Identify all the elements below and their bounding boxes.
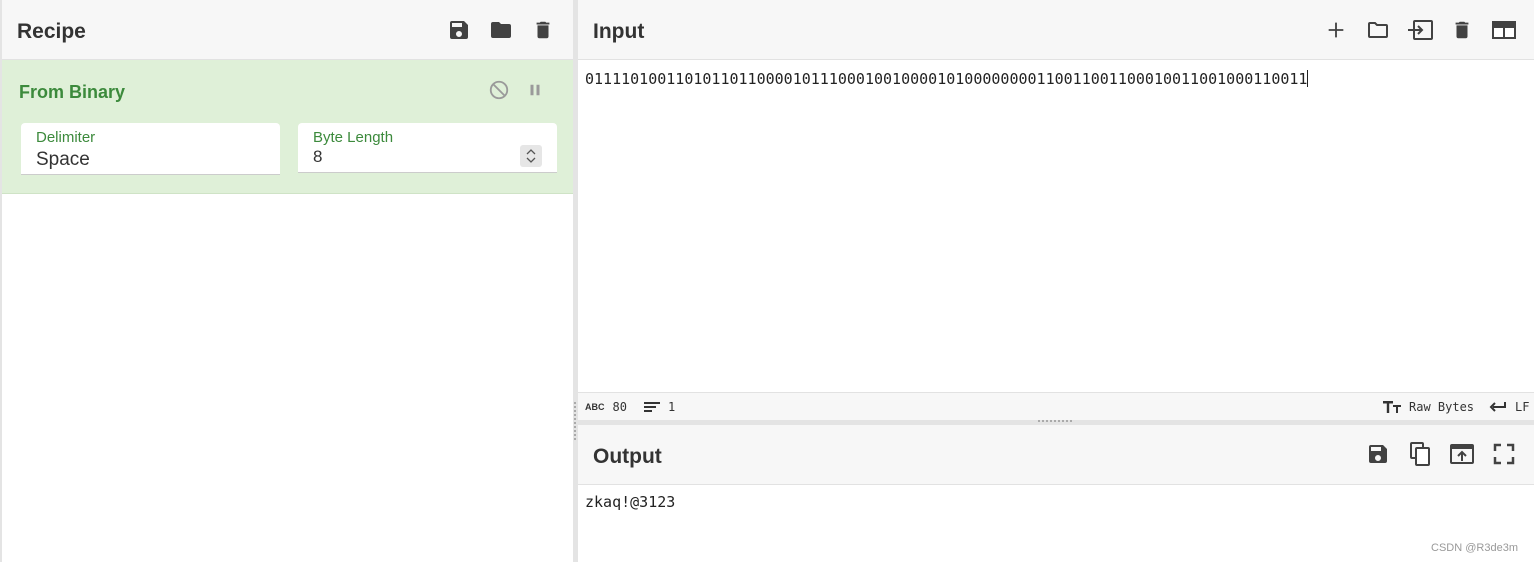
operation-title: From Binary [19,82,126,102]
encoding-selector[interactable]: Raw Bytes [1383,400,1474,414]
save-output-icon[interactable] [1364,440,1392,468]
disable-icon[interactable] [487,78,511,102]
load-file-input-icon[interactable] [1406,16,1434,44]
pause-icon[interactable] [523,78,547,102]
load-recipe-folder-icon[interactable] [487,16,515,44]
line-count-value: 1 [668,400,676,414]
copy-output-icon[interactable] [1406,440,1434,468]
output-title: Output [593,445,662,468]
clear-recipe-trash-icon[interactable] [529,16,557,44]
return-arrow-icon [1489,402,1506,412]
delimiter-field[interactable]: Delimiter Space [21,123,280,175]
line-count: 1 [644,400,675,414]
eol-selector[interactable]: LF [1489,400,1529,414]
input-header: Input [578,0,1534,60]
input-title: Input [593,20,645,43]
output-header: Output [578,425,1534,485]
char-count-value: 80 [612,400,627,414]
text-size-icon [1383,401,1401,413]
input-text: 0111101001101011011000010111000100100001… [585,70,1308,88]
add-tab-plus-icon[interactable] [1322,16,1350,44]
text-caret [1307,70,1309,87]
output-pane: Output zkaq!@3123 CSDN @R3de3m [578,425,1534,562]
byte-length-stepper[interactable] [520,145,542,167]
abc-icon: ABC [585,402,605,412]
operation-from-binary[interactable]: From Binary Delimiter Space Byte Length … [2,60,573,194]
byte-length-label: Byte Length [313,129,394,146]
recipe-title: Recipe [17,20,86,43]
open-file-folder-icon[interactable] [1364,16,1392,44]
byte-length-field[interactable]: Byte Length 8 [298,123,557,173]
input-textarea[interactable]: 0111101001101011011000010111000100100001… [585,70,1309,88]
lines-icon [644,402,660,412]
delimiter-value[interactable]: Space [36,149,90,171]
output-text: zkaq!@3123 [585,493,676,511]
encoding-value: Raw Bytes [1409,400,1475,414]
eol-value: LF [1515,400,1530,414]
reset-layout-icon[interactable] [1490,16,1518,44]
output-textarea[interactable]: zkaq!@3123 [585,493,675,511]
recipe-header: Recipe [2,0,573,60]
maximise-output-icon[interactable] [1490,440,1518,468]
stepper-arrows-icon [526,149,536,163]
delimiter-label: Delimiter [36,129,96,146]
char-count: ABC 80 [585,400,627,414]
replace-input-with-output-icon[interactable] [1448,440,1476,468]
watermark: CSDN @R3de3m [1431,542,1518,554]
input-status-bar: ABC 80 1 Raw Bytes LF [578,392,1534,420]
save-recipe-icon[interactable] [445,16,473,44]
recipe-pane: Recipe From Binary Delimiter Space Byte … [0,0,573,562]
clear-input-trash-icon[interactable] [1448,16,1476,44]
byte-length-value[interactable]: 8 [313,147,322,167]
input-pane: Input 0111101001101011011000010111000100… [578,0,1534,420]
